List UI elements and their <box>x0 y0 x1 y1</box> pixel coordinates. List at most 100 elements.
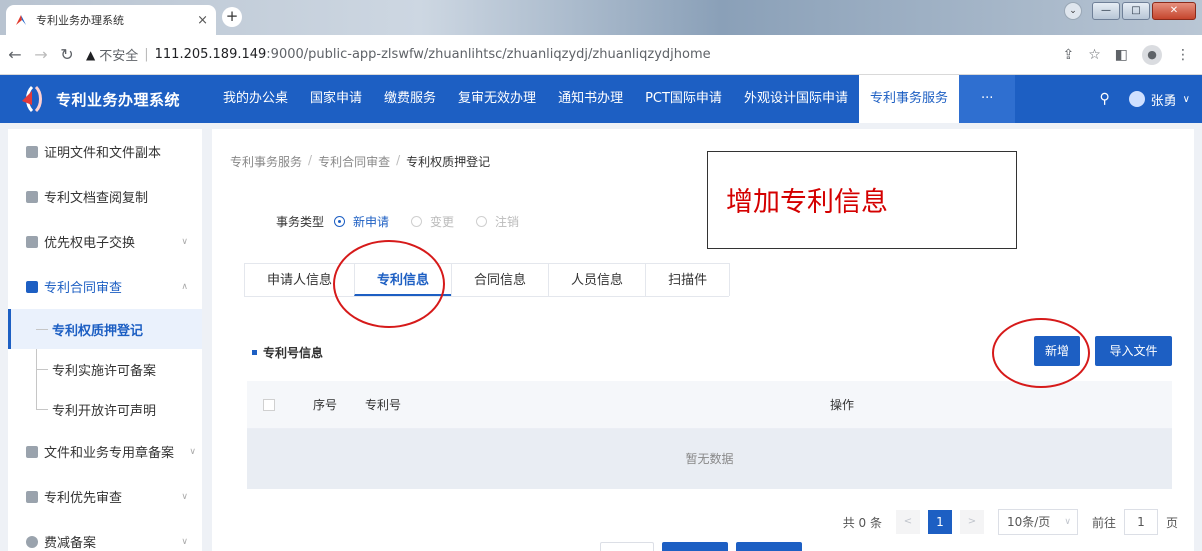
nav-payment[interactable]: 缴费服务 <box>373 75 447 123</box>
breadcrumb-item[interactable]: 专利合同审查 <box>318 153 390 170</box>
tab-contract-info[interactable]: 合同信息 <box>451 263 550 296</box>
next-page-button[interactable]: > <box>959 510 984 534</box>
profile-icon[interactable]: ● <box>1142 44 1162 65</box>
browser-tab[interactable]: 专利业务办理系统 × <box>6 5 216 35</box>
bookmark-star-icon[interactable]: ☆ <box>1088 47 1101 63</box>
breadcrumb-separator: / <box>308 153 313 167</box>
sidebar-item-label: 专利优先审查 <box>44 491 123 506</box>
chevron-down-icon: ∨ <box>181 491 188 502</box>
nav-national-application[interactable]: 国家申请 <box>299 75 373 123</box>
tab-close-icon[interactable]: × <box>197 13 208 28</box>
add-button[interactable]: 新增 <box>1034 336 1080 366</box>
sidebar-item-label: 专利合同审查 <box>44 281 123 296</box>
url-separator: | <box>144 47 149 62</box>
sidebar-item-seal-filing[interactable]: 文件和业务专用章备案 ∨ <box>8 429 202 474</box>
radio-label: 新申请 <box>353 215 390 229</box>
goto-page-input[interactable]: 1 <box>1123 509 1158 535</box>
select-all-checkbox[interactable] <box>263 398 275 411</box>
minimize-button[interactable]: — <box>1092 2 1120 20</box>
browser-tab-title: 专利业务办理系统 <box>36 14 124 27</box>
empty-state: 暂无数据 <box>247 429 1172 489</box>
search-icon[interactable]: ⚲ <box>1081 91 1129 107</box>
maximize-button[interactable]: □ <box>1122 2 1150 20</box>
sidepanel-icon[interactable]: ◧ <box>1115 47 1128 63</box>
url-path: :9000/public-app-zlswfw/zhuanlihtsc/zhua… <box>266 47 711 62</box>
sidebar-item-priority-exchange[interactable]: 优先权电子交换 ∨ <box>8 219 202 264</box>
tab-personnel-info[interactable]: 人员信息 <box>548 263 647 296</box>
goto-label: 前往 <box>1091 515 1116 530</box>
menu-kebab-icon[interactable]: ⋮ <box>1176 47 1190 63</box>
radio-change[interactable]: 变更 <box>411 213 454 230</box>
radio-dot-icon <box>476 216 488 227</box>
sidebar-item-certificates[interactable]: 证明文件和文件副本 <box>8 129 202 174</box>
copy-icon <box>26 190 38 203</box>
main-panel: 专利事务服务 / 专利合同审查 / 专利权质押登记 增加专利信息 事务类型 新申… <box>212 129 1194 551</box>
sidebar-subitem-open-license[interactable]: 专利开放许可声明 <box>8 389 202 429</box>
transaction-type-label: 事务类型 <box>276 215 325 229</box>
bottom-button-3[interactable] <box>736 542 802 551</box>
logo-mark-icon <box>18 85 48 113</box>
nav-patent-affairs[interactable]: 专利事务服务 <box>858 75 959 123</box>
tab-search-icon[interactable]: ⌄ <box>1064 2 1082 20</box>
breadcrumb-separator: / <box>396 153 401 167</box>
breadcrumb-current: 专利权质押登记 <box>406 155 491 169</box>
top-nav: 我的办公桌 国家申请 缴费服务 复审无效办理 通知书办理 PCT国际申请 外观设… <box>212 75 1016 123</box>
import-file-button[interactable]: 导入文件 <box>1095 336 1172 366</box>
bottom-button-1[interactable] <box>600 542 654 551</box>
bottom-button-2[interactable] <box>662 542 728 551</box>
sidebar-subitem-label: 专利开放许可声明 <box>52 403 157 419</box>
sidebar-item-fee-reduction[interactable]: 费减备案 ∨ <box>8 519 202 551</box>
url-field[interactable]: ▲ 不安全 | 111.205.189.149 :9000/public-app… <box>86 41 1062 69</box>
back-icon[interactable]: ← <box>4 45 26 64</box>
url-host: 111.205.189.149 <box>154 47 267 62</box>
window-controls: ⌄ — □ ✕ <box>1064 2 1196 20</box>
nav-pct[interactable]: PCT国际申请 <box>634 75 733 123</box>
section-marker-icon <box>252 350 257 355</box>
tab-applicant-info[interactable]: 申请人信息 <box>244 263 356 296</box>
radio-new-application[interactable]: 新申请 <box>334 213 389 230</box>
page-number-button[interactable]: 1 <box>927 510 952 534</box>
browser-tab-bar: 专利业务办理系统 × + ⌄ — □ ✕ <box>0 0 1202 35</box>
exchange-icon <box>26 235 38 248</box>
document-icon <box>26 145 38 158</box>
tab-scans[interactable]: 扫描件 <box>645 263 731 296</box>
nav-reexamination[interactable]: 复审无效办理 <box>447 75 547 123</box>
sidebar-item-priority-examination[interactable]: 专利优先审查 ∨ <box>8 474 202 519</box>
sidebar-subitem-license-filing[interactable]: 专利实施许可备案 <box>8 349 202 389</box>
radio-label: 注销 <box>495 215 520 229</box>
sidebar-subtree: 专利权质押登记 专利实施许可备案 专利开放许可声明 <box>8 309 202 429</box>
sidebar-subitem-label: 专利权质押登记 <box>52 323 144 339</box>
sidebar-subitem-pledge-registration[interactable]: 专利权质押登记 <box>8 309 202 349</box>
close-window-button[interactable]: ✕ <box>1152 2 1196 20</box>
nav-notices[interactable]: 通知书办理 <box>547 75 634 123</box>
sidebar-item-contract-review[interactable]: 专利合同审查 ∧ <box>8 264 202 309</box>
priority-icon <box>26 490 38 503</box>
nav-design-intl[interactable]: 外观设计国际申请 <box>733 75 859 123</box>
table-header: 序号 专利号 操作 <box>247 381 1172 429</box>
radio-label: 变更 <box>430 215 455 229</box>
prev-page-button[interactable]: < <box>895 510 920 534</box>
nav-more-button[interactable]: ··· <box>958 75 1016 123</box>
new-tab-button[interactable]: + <box>222 7 242 27</box>
sidebar-item-doc-copy[interactable]: 专利文档查阅复制 <box>8 174 202 219</box>
radio-dot-icon <box>411 216 423 227</box>
user-menu[interactable]: 张勇 ∨ <box>1128 90 1190 109</box>
breadcrumb-item[interactable]: 专利事务服务 <box>230 153 302 170</box>
pagination-total: 共 0 条 <box>842 515 882 530</box>
app-name: 专利业务办理系统 <box>56 90 181 109</box>
nav-desk[interactable]: 我的办公桌 <box>212 75 299 123</box>
contract-icon <box>26 280 38 293</box>
pagination: 共 0 条 < 1 > 10条/页 ∨ 前往 1 页 <box>843 509 1178 535</box>
column-header-actions: 操作 <box>830 398 855 412</box>
share-icon[interactable]: ⇪ <box>1062 47 1074 63</box>
radio-cancel[interactable]: 注销 <box>476 213 519 230</box>
radio-dot-icon <box>334 216 346 227</box>
reload-icon[interactable]: ↻ <box>56 45 78 64</box>
sidebar-item-label: 专利文档查阅复制 <box>44 191 149 206</box>
tab-patent-info[interactable]: 专利信息 <box>354 263 453 296</box>
forward-icon[interactable]: → <box>30 45 52 64</box>
address-toolbar: ← → ↻ ▲ 不安全 | 111.205.189.149 :9000/publ… <box>0 35 1202 75</box>
page-size-select[interactable]: 10条/页 ∨ <box>997 509 1078 535</box>
app-logo[interactable]: 专利业务办理系统 <box>0 85 212 113</box>
sidebar-item-label: 优先权电子交换 <box>44 236 136 251</box>
